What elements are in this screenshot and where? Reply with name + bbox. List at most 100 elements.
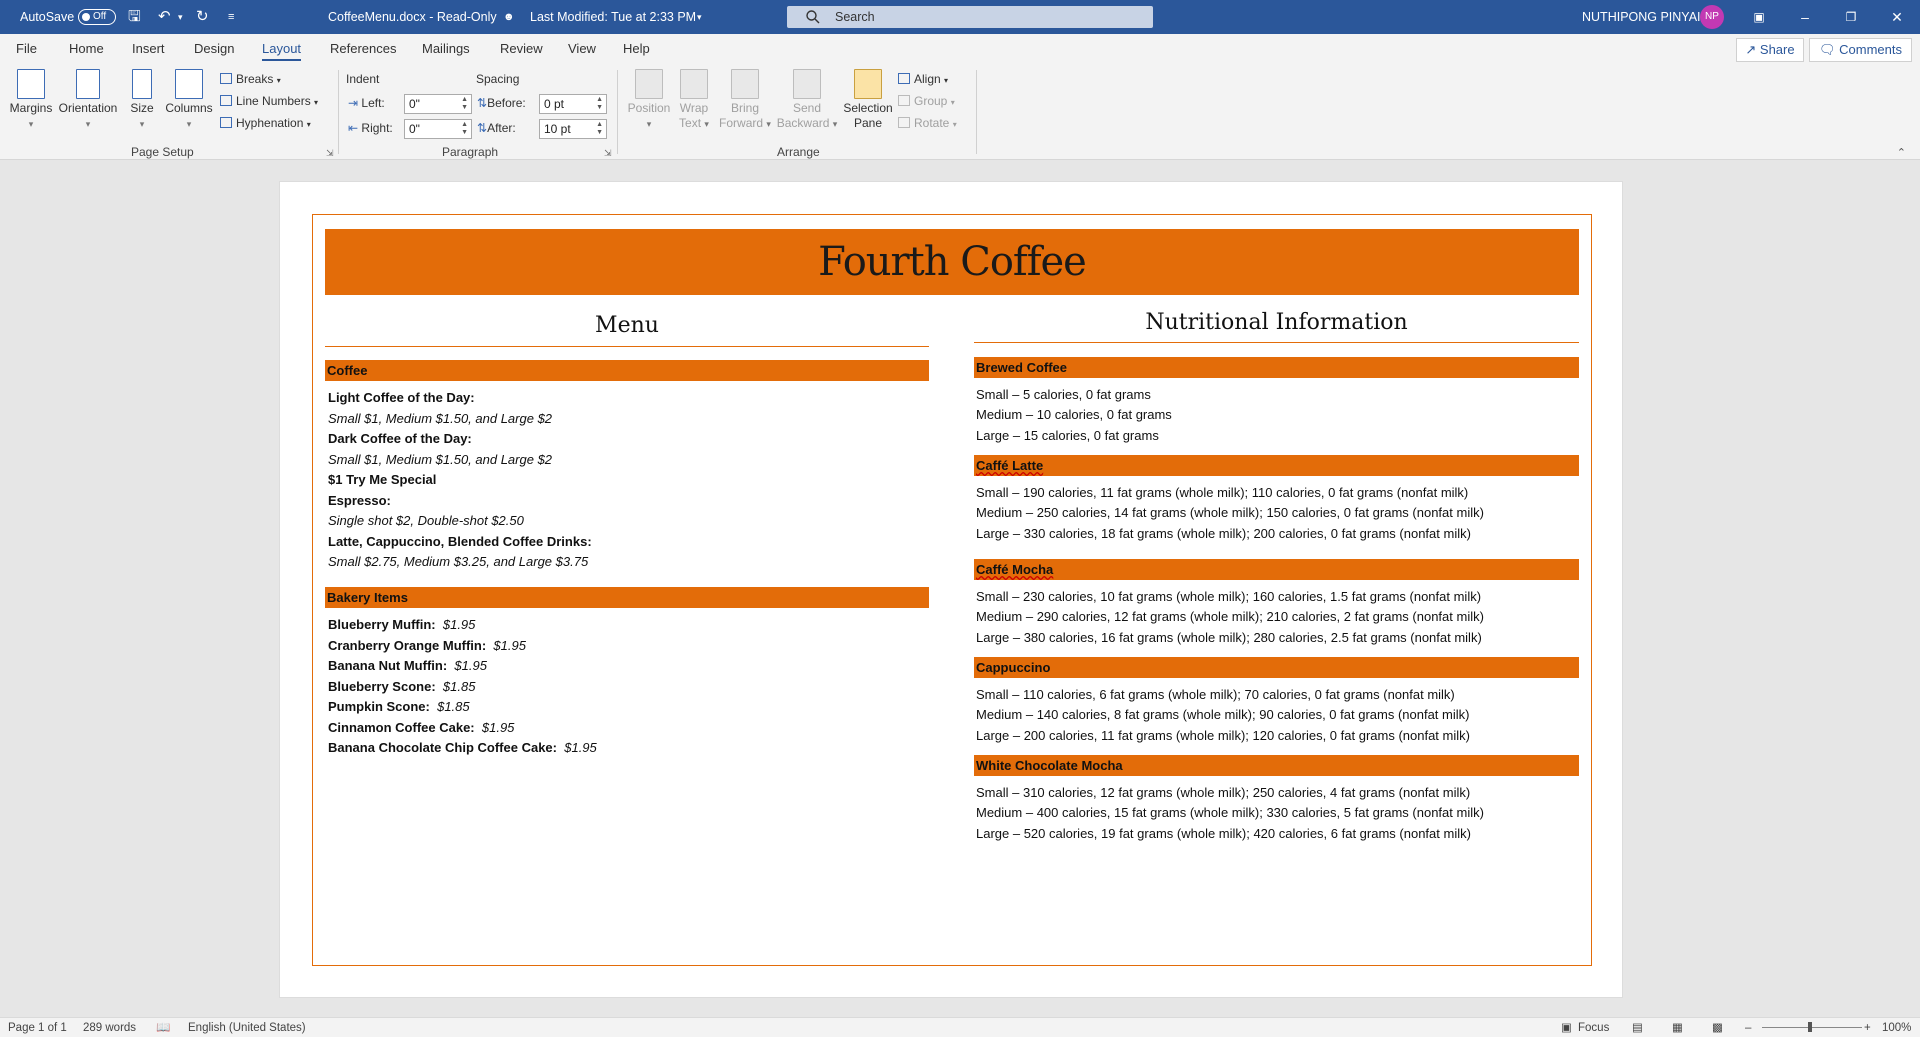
page-setup-group-label: Page Setup: [131, 145, 194, 159]
read-mode-icon[interactable]: ▤: [1632, 1018, 1643, 1037]
undo-dropdown-icon[interactable]: ▾: [178, 0, 183, 34]
nutrition-line: Medium – 10 calories, 0 fat grams: [976, 407, 1172, 422]
orientation-button[interactable]: Orientation ▾: [56, 69, 120, 132]
margins-label: Margins: [9, 101, 53, 115]
coffee-section-heading: Coffee: [325, 360, 929, 381]
size-button[interactable]: Size ▾: [126, 69, 158, 132]
nutrition-line: Small – 190 calories, 11 fat grams (whol…: [976, 485, 1469, 500]
nutrition-line: Small – 310 calories, 12 fat grams (whol…: [976, 785, 1471, 800]
selection-pane-label: Pane: [853, 116, 883, 130]
list-item: Small $2.75, Medium $3.25, and Large $3.…: [328, 554, 589, 569]
customize-toolbar-icon[interactable]: ≡: [228, 0, 234, 34]
zoom-level[interactable]: 100%: [1882, 1018, 1911, 1037]
ribbon: Margins ▾ Orientation ▾ Size ▾ Columns ▾ Bre…: [0, 64, 1920, 160]
selection-pane-icon: [854, 69, 882, 99]
wrap-text-button[interactable]: Wrap Text ▾: [674, 69, 714, 132]
align-button[interactable]: Align ▾: [898, 69, 948, 89]
send-backward-button[interactable]: Send Backward ▾: [776, 69, 838, 132]
hyphenation-icon: [220, 117, 232, 128]
close-icon[interactable]: ✕: [1874, 0, 1920, 34]
tab-review[interactable]: Review: [500, 34, 543, 64]
share-button[interactable]: ↗ Share: [1736, 38, 1804, 62]
tab-references[interactable]: References: [330, 34, 396, 64]
nutrition-line: Medium – 250 calories, 14 fat grams (who…: [976, 505, 1484, 520]
position-label: Position: [627, 101, 671, 115]
indent-left-label: ⇥ Left:: [348, 96, 385, 110]
position-icon: [635, 69, 663, 99]
minimize-icon[interactable]: –: [1782, 0, 1828, 34]
zoom-in-icon[interactable]: +: [1864, 1018, 1871, 1037]
zoom-slider[interactable]: [1762, 1027, 1862, 1028]
breaks-button[interactable]: Breaks ▾: [220, 69, 281, 89]
wrap-text-label: Wrap: [679, 101, 709, 115]
restore-icon[interactable]: ❐: [1828, 0, 1874, 34]
avatar[interactable]: NP: [1700, 5, 1724, 29]
save-icon[interactable]: 🖫: [128, 0, 141, 34]
bring-forward-button[interactable]: Bring Forward ▾: [718, 69, 772, 132]
autosave-toggle[interactable]: Off: [78, 9, 116, 25]
hyphenation-button[interactable]: Hyphenation ▾: [220, 113, 311, 133]
title-bar: AutoSave Off 🖫 ↶ ▾ ↻ ≡ CoffeeMenu.docx -…: [0, 0, 1920, 34]
last-modified[interactable]: Last Modified: Tue at 2:33 PM: [530, 0, 696, 34]
language[interactable]: English (United States): [188, 1018, 306, 1037]
size-label: Size: [130, 101, 154, 115]
spacing-after-input[interactable]: 10 pt ▲ ▼: [539, 119, 607, 139]
word-count[interactable]: 289 words: [83, 1018, 136, 1037]
list-item: Banana Nut Muffin: $1.95: [328, 658, 487, 673]
breaks-label: Breaks: [236, 72, 274, 86]
focus-label[interactable]: Focus: [1578, 1018, 1609, 1037]
document-title-heading: Fourth Coffee: [818, 239, 1087, 285]
tab-insert[interactable]: Insert: [132, 34, 165, 64]
redo-icon[interactable]: ↻: [196, 0, 209, 34]
tab-home[interactable]: Home: [69, 34, 104, 64]
line-numbers-button[interactable]: Line Numbers ▾: [220, 91, 318, 111]
tab-design[interactable]: Design: [194, 34, 234, 64]
group-divider: [617, 70, 618, 154]
position-button[interactable]: Position ▾: [624, 69, 674, 132]
collapse-ribbon-icon[interactable]: ⌃: [1897, 146, 1906, 159]
ribbon-tabs: File Home Insert Design Layout Reference…: [0, 34, 1920, 64]
list-item: Latte, Cappuccino, Blended Coffee Drinks…: [328, 534, 592, 549]
tab-mailings[interactable]: Mailings: [422, 34, 470, 64]
page-count[interactable]: Page 1 of 1: [8, 1018, 67, 1037]
margins-button[interactable]: Margins ▾: [8, 69, 54, 132]
indent-left-input[interactable]: 0" ▲ ▼: [404, 94, 472, 114]
align-label: Align: [914, 72, 941, 86]
zoom-slider-thumb[interactable]: [1808, 1022, 1812, 1032]
nutrition-section-heading: Brewed Coffee: [974, 357, 1579, 378]
columns-button[interactable]: Columns ▾: [164, 69, 214, 132]
paragraph-group-label: Paragraph: [442, 145, 499, 159]
group-button[interactable]: Group ▾: [898, 91, 955, 111]
rotate-button[interactable]: Rotate ▾: [898, 113, 957, 133]
focus-icon[interactable]: ▣: [1561, 1018, 1572, 1037]
page-setup-launcher-icon[interactable]: ⇲: [326, 148, 334, 159]
selection-pane-button[interactable]: Selection Pane: [842, 69, 894, 131]
nutrition-section-heading: Caffé Mocha: [974, 559, 1579, 580]
tab-view[interactable]: View: [568, 34, 596, 64]
rotate-icon: [898, 117, 910, 128]
autosave-label: AutoSave: [20, 10, 75, 24]
user-name[interactable]: NUTHIPONG PINYAI: [1582, 0, 1701, 34]
tab-help[interactable]: Help: [623, 34, 650, 64]
comments-button[interactable]: 🗨 Comments: [1809, 38, 1912, 62]
tab-file[interactable]: File: [16, 34, 37, 64]
toggle-knob: [82, 13, 90, 21]
tab-layout[interactable]: Layout: [262, 34, 302, 64]
indent-right-input[interactable]: 0" ▲ ▼: [404, 119, 472, 139]
print-layout-icon[interactable]: ▦: [1672, 1018, 1683, 1037]
group-divider: [976, 70, 977, 154]
proofing-icon[interactable]: 📖: [156, 1018, 170, 1037]
heading-rule: [325, 346, 929, 347]
web-layout-icon[interactable]: ▩: [1712, 1018, 1723, 1037]
spacing-before-input[interactable]: 0 pt ▲ ▼: [539, 94, 607, 114]
undo-icon[interactable]: ↶: [158, 0, 171, 34]
document-page[interactable]: Fourth Coffee Menu Coffee Light Coffee o…: [279, 181, 1623, 998]
paragraph-launcher-icon[interactable]: ⇲: [604, 148, 612, 159]
search-box[interactable]: Search: [787, 6, 1153, 28]
wrap-text-label: Text: [679, 116, 702, 130]
zoom-out-icon[interactable]: –: [1745, 1018, 1751, 1037]
group-icon: [898, 95, 910, 106]
chevron-down-icon[interactable]: ▾: [697, 0, 702, 34]
ribbon-display-options-icon[interactable]: ▣: [1736, 0, 1782, 34]
list-item: Cranberry Orange Muffin: $1.95: [328, 638, 526, 653]
